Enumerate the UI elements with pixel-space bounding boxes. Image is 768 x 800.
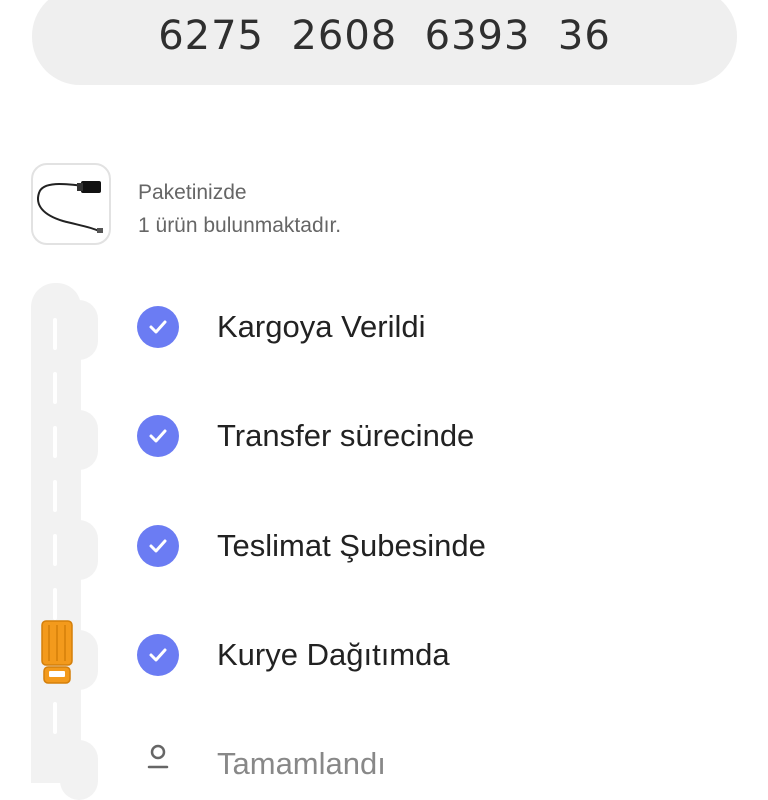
check-icon — [137, 306, 179, 348]
step-label: Transfer sürecinde — [217, 418, 475, 453]
road-bulge — [60, 410, 98, 470]
location-pin-icon — [137, 743, 179, 785]
tracking-number-box[interactable]: 6275 2608 6393 36 — [32, 0, 737, 85]
step-kargoya-verildi: Kargoya Verildi — [137, 305, 426, 349]
step-teslimat-subesinde: Teslimat Şubesinde — [137, 524, 486, 568]
check-icon — [137, 525, 179, 567]
package-info-line2: 1 ürün bulunmaktadır. — [138, 214, 342, 237]
lane-dash — [53, 426, 57, 458]
step-tamamlandi: Tamamlandı — [137, 742, 386, 786]
step-label: Tamamlandı — [217, 746, 386, 781]
tracking-number[interactable]: 6275 2608 6393 36 — [158, 13, 611, 59]
truck-icon — [41, 620, 73, 684]
lane-dash — [53, 480, 57, 512]
lane-dash — [53, 534, 57, 566]
package-info-line1: Paketinizde — [138, 181, 247, 204]
lane-dash — [53, 372, 57, 404]
package-info: Paketinizde 1 ürün bulunmaktadır. — [138, 176, 341, 242]
check-icon — [137, 415, 179, 457]
step-transfer-surecinde: Transfer sürecinde — [137, 414, 474, 458]
lane-dash — [53, 702, 57, 734]
step-kurye-dagitimda: Kurye Dağıtımda — [137, 633, 450, 677]
cable-icon — [37, 181, 103, 233]
step-label: Kargoya Verildi — [217, 309, 426, 344]
road-bulge — [60, 740, 98, 800]
step-label: Kurye Dağıtımda — [217, 637, 450, 672]
road-bulge — [60, 300, 98, 360]
lane-dash — [53, 318, 57, 350]
step-label: Teslimat Şubesinde — [217, 528, 486, 563]
road-bulge — [60, 520, 98, 580]
package-thumbnail[interactable] — [31, 163, 111, 245]
check-icon — [137, 634, 179, 676]
lane-dash — [53, 588, 57, 620]
